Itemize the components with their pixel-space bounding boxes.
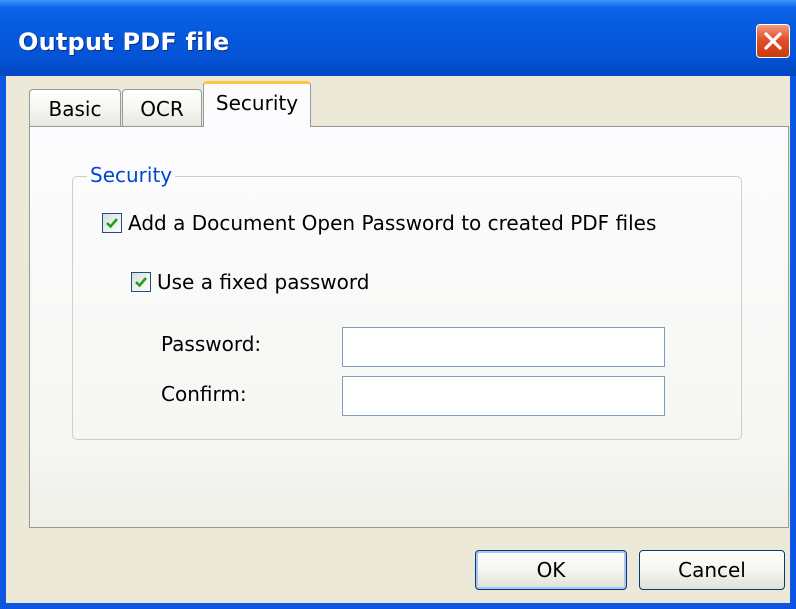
ok-button[interactable]: OK (475, 550, 627, 590)
tab-control: Basic OCR Security Security Add a Docume… (6, 76, 790, 528)
security-group-label: Security (87, 163, 176, 187)
use-fixed-password-label: Use a fixed password (157, 270, 370, 294)
cancel-button[interactable]: Cancel (639, 550, 785, 590)
add-open-password-checkbox[interactable]: Add a Document Open Password to created … (102, 211, 656, 235)
close-button[interactable] (756, 24, 790, 58)
checkmark-icon (106, 218, 118, 229)
use-fixed-password-checkbox-box[interactable] (131, 272, 151, 292)
window-title: Output PDF file (18, 28, 230, 56)
password-label: Password: (161, 332, 262, 356)
tab-ocr[interactable]: OCR (122, 89, 202, 126)
tab-basic[interactable]: Basic (29, 89, 121, 126)
checkmark-icon (135, 277, 147, 288)
confirm-input[interactable] (342, 376, 665, 416)
dialog-window: Output PDF file Basic OCR Security Secur… (0, 0, 796, 609)
password-input[interactable] (342, 327, 665, 367)
use-fixed-password-checkbox[interactable]: Use a fixed password (131, 270, 369, 294)
add-open-password-label: Add a Document Open Password to created … (128, 211, 657, 235)
add-open-password-checkbox-box[interactable] (102, 213, 122, 233)
confirm-label: Confirm: (161, 382, 247, 406)
close-icon (764, 32, 782, 50)
tab-security[interactable]: Security (203, 81, 311, 127)
title-bar[interactable]: Output PDF file (0, 0, 796, 76)
security-tab-panel: Security Add a Document Open Password to… (29, 126, 789, 528)
